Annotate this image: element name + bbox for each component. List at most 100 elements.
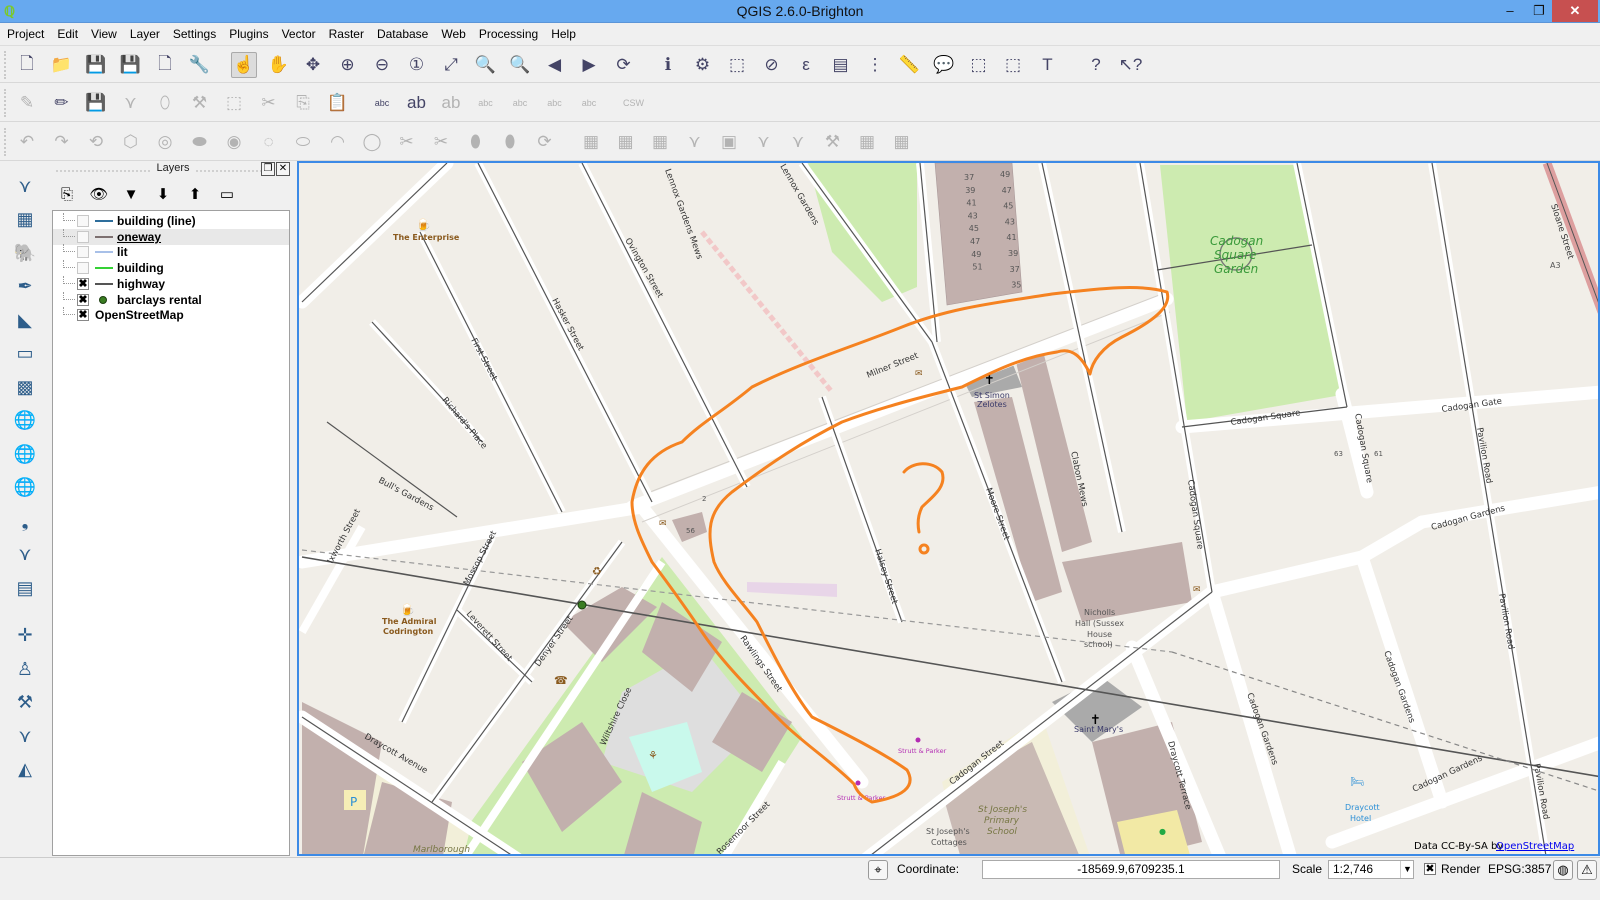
new-project-button[interactable]: 🗋 <box>14 52 40 78</box>
menu-help[interactable]: Help <box>544 24 582 41</box>
composer-manager-button[interactable]: 🔧 <box>187 52 213 78</box>
geometry-checker-button[interactable]: ◭ <box>10 756 40 784</box>
move-feature-button[interactable]: ⬯ <box>152 90 178 116</box>
menu-edit[interactable]: Edit <box>50 24 84 41</box>
add-wms-layer-button[interactable]: ▩ <box>10 373 40 401</box>
highlight-pinned-button[interactable]: ab <box>438 90 464 116</box>
pan-to-selection-button[interactable]: ✥ <box>300 52 326 78</box>
rotate-label-button[interactable]: abc <box>542 90 568 116</box>
map-svg[interactable]: 3739414345474951 4947454341393735 🍺 🍺 ✉ … <box>299 163 1600 856</box>
add-vector-layer-button[interactable]: ⋎ <box>10 172 40 200</box>
add-wfs-layer-button[interactable]: 🌐 <box>10 440 40 468</box>
menu-layer[interactable]: Layer <box>123 24 166 41</box>
csw-button[interactable]: CSW <box>621 90 647 116</box>
layer-row[interactable]: ✖ OpenStreetMap <box>53 307 289 323</box>
georeferencer-button[interactable]: ▦ <box>578 129 604 155</box>
rotate-feature-button[interactable]: ⟲ <box>83 129 109 155</box>
coordinate-input[interactable]: -18569.9,6709235.1 <box>982 860 1280 879</box>
merge-attributes-button[interactable]: ⬮ <box>497 129 523 155</box>
save-edits-button[interactable]: 💾 <box>83 90 109 116</box>
layer-visibility-checkbox[interactable]: ✖ <box>77 293 89 306</box>
label-tool-button[interactable]: abc <box>369 90 395 116</box>
layer-visibility-checkbox[interactable]: ✖ <box>77 309 89 322</box>
zoom-next-button[interactable]: ▶ <box>576 52 602 78</box>
delete-selected-button[interactable]: ⬚ <box>221 90 247 116</box>
zoom-last-button[interactable]: ◀ <box>542 52 568 78</box>
v-edit-button[interactable]: ⋎ <box>785 129 811 155</box>
topology-checker-button[interactable]: ⋎ <box>10 722 40 750</box>
move-label-button[interactable]: abc <box>507 90 533 116</box>
new-bookmark-button[interactable]: ⬚ <box>966 52 992 78</box>
help-button[interactable]: ? <box>1083 52 1109 78</box>
v-snap-button[interactable]: ⋎ <box>751 129 777 155</box>
merge-features-button[interactable]: ⬮ <box>463 129 489 155</box>
toolbar-grip[interactable] <box>4 128 8 156</box>
zoom-full-button[interactable]: ⤢ <box>438 52 464 78</box>
deselect-button[interactable]: ⊘ <box>759 52 785 78</box>
save-project-button[interactable]: 💾 <box>83 52 109 78</box>
layer-visibility-checkbox[interactable] <box>77 230 89 243</box>
run-action-button[interactable]: ⚙ <box>690 52 716 78</box>
v-topo-button[interactable]: ▦ <box>889 129 915 155</box>
reshape-button[interactable]: ◠ <box>325 129 351 155</box>
pan-hand-button[interactable]: ✋ <box>266 52 292 78</box>
layer-row[interactable]: building <box>53 260 289 276</box>
split-features-button[interactable]: ✂ <box>394 129 420 155</box>
layer-row[interactable]: ✖ highway <box>53 275 289 292</box>
remove-layer-button[interactable]: ▭ <box>216 183 238 205</box>
new-shapefile-button[interactable]: ⋎ <box>10 541 40 569</box>
cut-features-button[interactable]: ✂ <box>256 90 282 116</box>
openstreetmap-link[interactable]: OpenStreetMap <box>1496 841 1574 852</box>
layer-visibility-checkbox[interactable] <box>77 262 89 275</box>
open-project-button[interactable]: 📁 <box>49 52 75 78</box>
manage-visibility-button[interactable]: 👁 <box>88 183 110 205</box>
add-feature-button[interactable]: ⋎ <box>118 90 144 116</box>
expand-all-button[interactable]: ⬇ <box>152 183 174 205</box>
layer-row[interactable]: building (line) <box>53 213 289 229</box>
barclays-rental-point[interactable] <box>577 600 587 610</box>
raster-load-button[interactable]: ▦ <box>613 129 639 155</box>
offset-curve-button[interactable]: ◯ <box>359 129 385 155</box>
add-delimited-text-button[interactable]: 🌐 <box>10 474 40 502</box>
filter-legend-button[interactable]: ▼ <box>120 183 142 205</box>
text-annotation-button[interactable]: T <box>1035 52 1061 78</box>
refresh-button[interactable]: ⟳ <box>611 52 637 78</box>
new-spatialite-button[interactable]: ▤ <box>10 574 40 602</box>
v-info-button[interactable]: ▦ <box>854 129 880 155</box>
split-parts-button[interactable]: ✂ <box>428 129 454 155</box>
identify-button[interactable]: ℹ <box>655 52 681 78</box>
messages-button[interactable]: ⚠ <box>1577 860 1597 880</box>
minimize-button[interactable]: ‒ <box>1495 0 1525 22</box>
map-canvas[interactable]: 37 39 41 43 45 47 49 51 49 47 45 43 41 39 37 35 🍺 🍺 ✉ … <box>297 161 1600 856</box>
layer-visibility-checkbox[interactable] <box>77 215 89 227</box>
add-raster-layer-button[interactable]: ▦ <box>10 206 40 234</box>
add-virtual-layer-button[interactable]: ❟ <box>10 507 40 535</box>
raster-remove-button[interactable]: ▦ <box>647 129 673 155</box>
crs-label[interactable]: EPSG:3857 <box>1488 862 1551 876</box>
show-hide-labels-button[interactable]: abc <box>473 90 499 116</box>
menu-raster[interactable]: Raster <box>322 24 370 41</box>
node-tool-button[interactable]: ⚒ <box>187 90 213 116</box>
new-composer-button[interactable]: 🗋 <box>152 52 178 78</box>
add-postgis-layer-button[interactable]: 🐘 <box>10 239 40 267</box>
pin-labels-button[interactable]: ab <box>404 90 430 116</box>
toggle-editing-button[interactable]: ✏ <box>49 90 75 116</box>
layer-row[interactable]: oneway <box>53 228 289 245</box>
close-button[interactable]: ✕ <box>1552 0 1598 22</box>
menu-vector[interactable]: Vector <box>275 24 322 41</box>
attribute-table-button[interactable]: ▤ <box>828 52 854 78</box>
add-spatialite-layer-button[interactable]: ✒ <box>10 273 40 301</box>
select-expression-button[interactable]: ε <box>793 52 819 78</box>
add-wcs-layer-button[interactable]: 🌐 <box>10 407 40 435</box>
close-panel-button[interactable]: ✕ <box>276 162 290 176</box>
processing-toolbox-button[interactable]: ⚒ <box>10 689 40 717</box>
add-oracle-layer-button[interactable]: ▭ <box>10 340 40 368</box>
add-mssql-layer-button[interactable]: ◣ <box>10 306 40 334</box>
coordinate-capture-button[interactable]: ✛ <box>10 622 40 650</box>
menu-project[interactable]: Project <box>0 24 50 41</box>
layer-tree[interactable]: building (line) oneway lit building ✖ highway… <box>52 210 290 856</box>
zoom-selection-button[interactable]: 🔍 <box>473 52 499 78</box>
add-part-button[interactable]: ⬬ <box>187 129 213 155</box>
add-group-button[interactable]: ⎘ <box>56 183 78 205</box>
select-features-button[interactable]: ⬚ <box>724 52 750 78</box>
